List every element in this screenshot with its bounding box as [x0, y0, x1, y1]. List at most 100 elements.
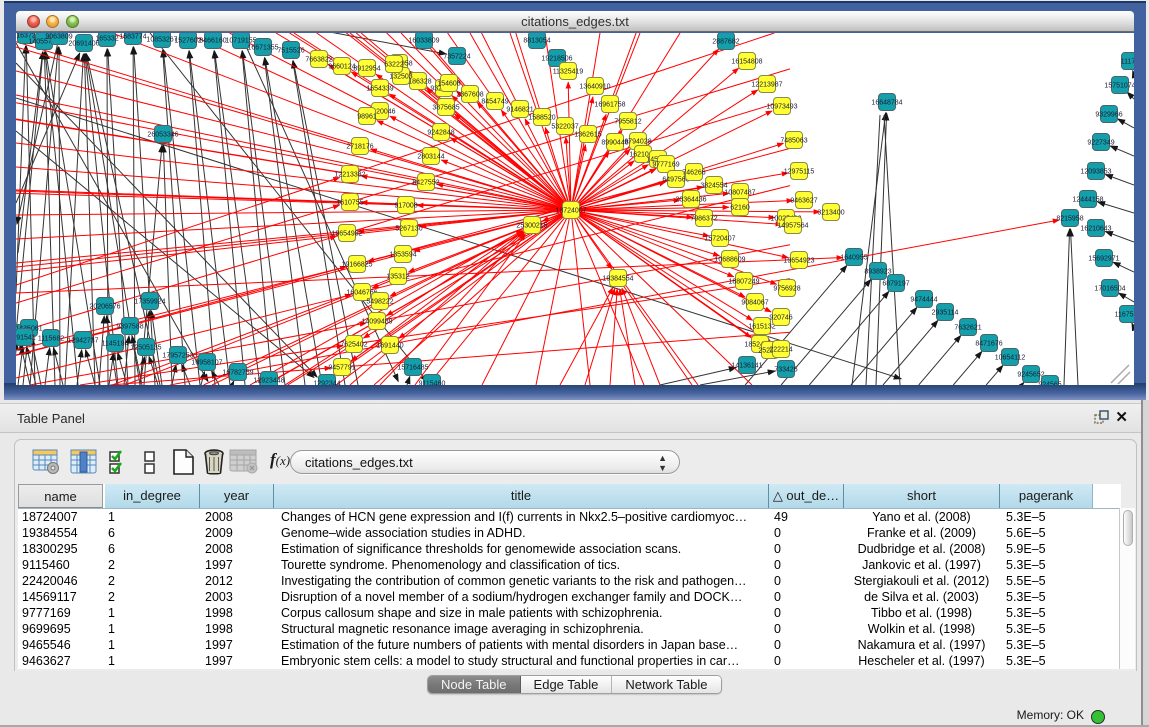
svg-text:1588520: 1588520 — [528, 114, 555, 121]
svg-text:1362615: 1362615 — [574, 131, 601, 138]
svg-text:12213987: 12213987 — [751, 81, 782, 88]
svg-text:1145194: 1145194 — [102, 340, 129, 347]
svg-text:1167535: 1167535 — [1115, 311, 1134, 318]
svg-text:1640955: 1640955 — [840, 254, 867, 261]
svg-text:19384554: 19384554 — [602, 275, 633, 282]
svg-text:7515526: 7515526 — [277, 47, 304, 54]
svg-text:1654339: 1654339 — [366, 85, 393, 92]
svg-text:3824554: 3824554 — [700, 182, 727, 189]
svg-text:222214: 222214 — [769, 346, 792, 353]
svg-text:733426: 733426 — [774, 366, 797, 373]
svg-text:2367608: 2367608 — [456, 91, 483, 98]
svg-text:15720407: 15720407 — [704, 235, 735, 242]
svg-text:12942737: 12942737 — [67, 337, 98, 344]
svg-text:15692971: 15692971 — [1088, 255, 1119, 262]
svg-text:7357224: 7357224 — [443, 53, 470, 60]
svg-text:18807249: 18807249 — [728, 278, 759, 285]
svg-text:9115460: 9115460 — [419, 380, 446, 385]
svg-text:9146821: 9146821 — [506, 106, 533, 113]
svg-text:14957564: 14957564 — [777, 222, 808, 229]
svg-text:154608: 154608 — [437, 80, 460, 87]
svg-text:1615132: 1615132 — [748, 323, 775, 330]
svg-text:9660124: 9660124 — [328, 63, 355, 70]
svg-text:132503: 132503 — [389, 73, 412, 80]
svg-text:14099489: 14099489 — [361, 318, 392, 325]
svg-text:7955812: 7955812 — [614, 118, 641, 125]
svg-text:5267130: 5267130 — [395, 225, 422, 232]
svg-text:7632621: 7632621 — [954, 324, 981, 331]
svg-text:1353594: 1353594 — [389, 251, 416, 258]
svg-text:62160: 62160 — [730, 204, 750, 211]
svg-text:15716485: 15716485 — [397, 364, 428, 371]
svg-text:1115682: 1115682 — [38, 335, 64, 342]
svg-text:10719155: 10719155 — [225, 37, 256, 44]
svg-text:12213382: 12213382 — [334, 171, 365, 178]
svg-text:135312: 135312 — [386, 273, 409, 280]
svg-text:1683774: 1683774 — [119, 33, 146, 40]
svg-text:8454749: 8454749 — [481, 98, 508, 105]
svg-text:63222: 63222 — [384, 61, 404, 68]
svg-text:20206576: 20206576 — [89, 303, 120, 310]
svg-text:19166825: 19166825 — [341, 261, 372, 268]
svg-text:6794028: 6794028 — [624, 138, 651, 145]
svg-text:19218506: 19218506 — [541, 55, 572, 62]
svg-text:2803144: 2803144 — [417, 153, 444, 160]
svg-text:2935114: 2935114 — [932, 309, 959, 316]
svg-text:5322037: 5322037 — [551, 123, 578, 130]
svg-text:3213400: 3213400 — [817, 209, 844, 216]
svg-text:16671355: 16671355 — [247, 44, 278, 51]
svg-text:16210643: 16210643 — [1080, 225, 1111, 232]
svg-text:7485063: 7485063 — [780, 137, 807, 144]
svg-text:917008: 917008 — [394, 202, 417, 209]
svg-text:9227349: 9227349 — [1087, 139, 1114, 146]
svg-text:9245652: 9245652 — [1017, 371, 1044, 378]
svg-text:746266: 746266 — [682, 169, 705, 176]
svg-text:25300215: 25300215 — [516, 222, 547, 229]
svg-text:391541: 391541 — [16, 334, 36, 341]
svg-text:1292344: 1292344 — [313, 380, 340, 385]
svg-text:12093853: 12093853 — [1080, 168, 1111, 175]
svg-text:16782759: 16782759 — [222, 369, 253, 376]
svg-text:26053346: 26053346 — [147, 131, 178, 138]
svg-text:5498222: 5498222 — [366, 298, 393, 305]
svg-text:9329966: 9329966 — [1095, 111, 1122, 118]
svg-text:19654923: 19654923 — [783, 257, 814, 264]
svg-text:98961: 98961 — [357, 113, 377, 120]
svg-text:7986372: 7986372 — [690, 215, 717, 222]
svg-text:14136141: 14136141 — [731, 362, 762, 369]
svg-text:12444158: 12444158 — [1072, 196, 1103, 203]
svg-text:8938923: 8938923 — [864, 268, 891, 275]
svg-text:15751074: 15751074 — [1104, 82, 1134, 89]
svg-text:9463627: 9463627 — [790, 197, 817, 204]
svg-text:3875685: 3875685 — [432, 104, 459, 111]
svg-text:17957253: 17957253 — [162, 352, 193, 359]
svg-text:9242848: 9242848 — [427, 129, 454, 136]
svg-text:1610755: 1610755 — [336, 199, 363, 206]
svg-text:10958107: 10958107 — [191, 359, 222, 366]
svg-text:16033809: 16033809 — [408, 37, 439, 44]
svg-text:9474444: 9474444 — [910, 296, 937, 303]
svg-text:8427552: 8427552 — [412, 179, 439, 186]
svg-text:10654112: 10654112 — [995, 354, 1026, 361]
svg-text:11171: 11171 — [1121, 58, 1134, 65]
svg-text:17016504: 17016504 — [1094, 285, 1125, 292]
svg-text:2887682: 2887682 — [712, 38, 739, 45]
svg-text:16154808: 16154808 — [731, 58, 762, 65]
svg-text:17359924: 17359924 — [134, 298, 165, 305]
svg-text:13640910: 13640910 — [579, 83, 610, 90]
svg-text:9063809: 9063809 — [45, 33, 72, 40]
svg-text:8215958: 8215958 — [1056, 215, 1083, 222]
svg-text:20364436: 20364436 — [675, 196, 706, 203]
svg-text:9756928: 9756928 — [773, 285, 800, 292]
svg-text:165332: 165332 — [95, 35, 118, 42]
svg-text:8466160: 8466160 — [199, 37, 226, 44]
svg-text:6879197: 6879197 — [882, 280, 909, 287]
svg-text:10807487: 10807487 — [724, 189, 755, 196]
svg-text:10853267: 10853267 — [146, 36, 177, 43]
svg-text:7663822: 7663822 — [305, 56, 332, 63]
svg-text:16961758: 16961758 — [594, 101, 625, 108]
svg-text:10973493: 10973493 — [766, 103, 797, 110]
svg-text:19654982: 19654982 — [331, 230, 362, 237]
svg-text:9397588: 9397588 — [116, 323, 143, 330]
svg-text:920746: 920746 — [769, 314, 792, 321]
